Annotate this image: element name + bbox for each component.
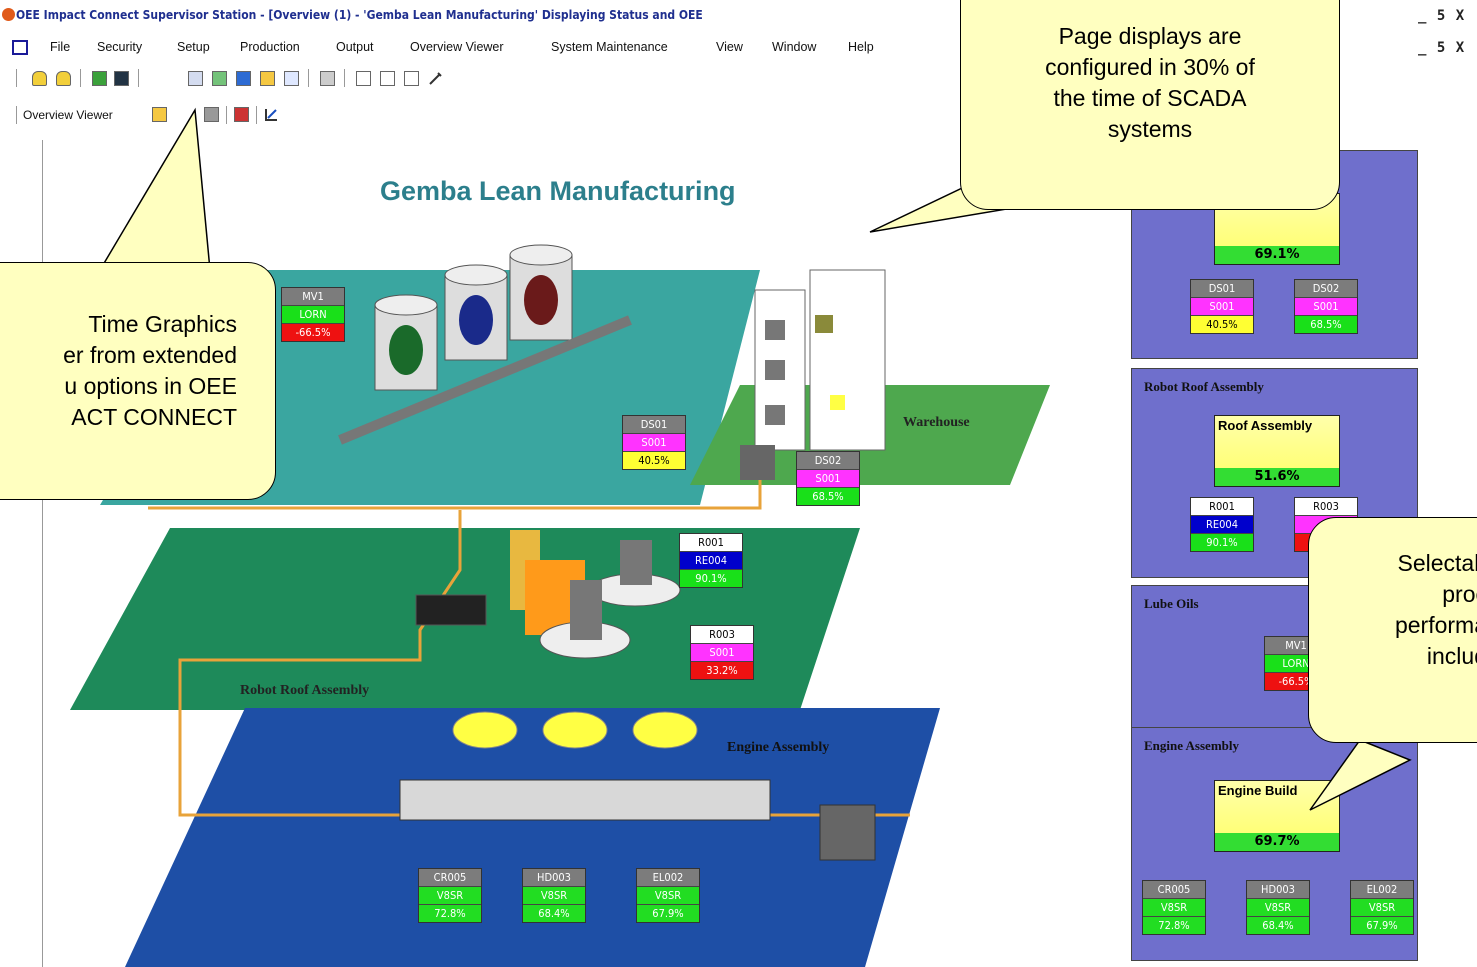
callout-time-graphics: Time Graphics er from extended u options… (0, 262, 276, 500)
callout-selectable: Selectab proc performa includ (1308, 517, 1477, 743)
callout-page-displays: Page displays are configured in 30% of t… (960, 0, 1340, 210)
